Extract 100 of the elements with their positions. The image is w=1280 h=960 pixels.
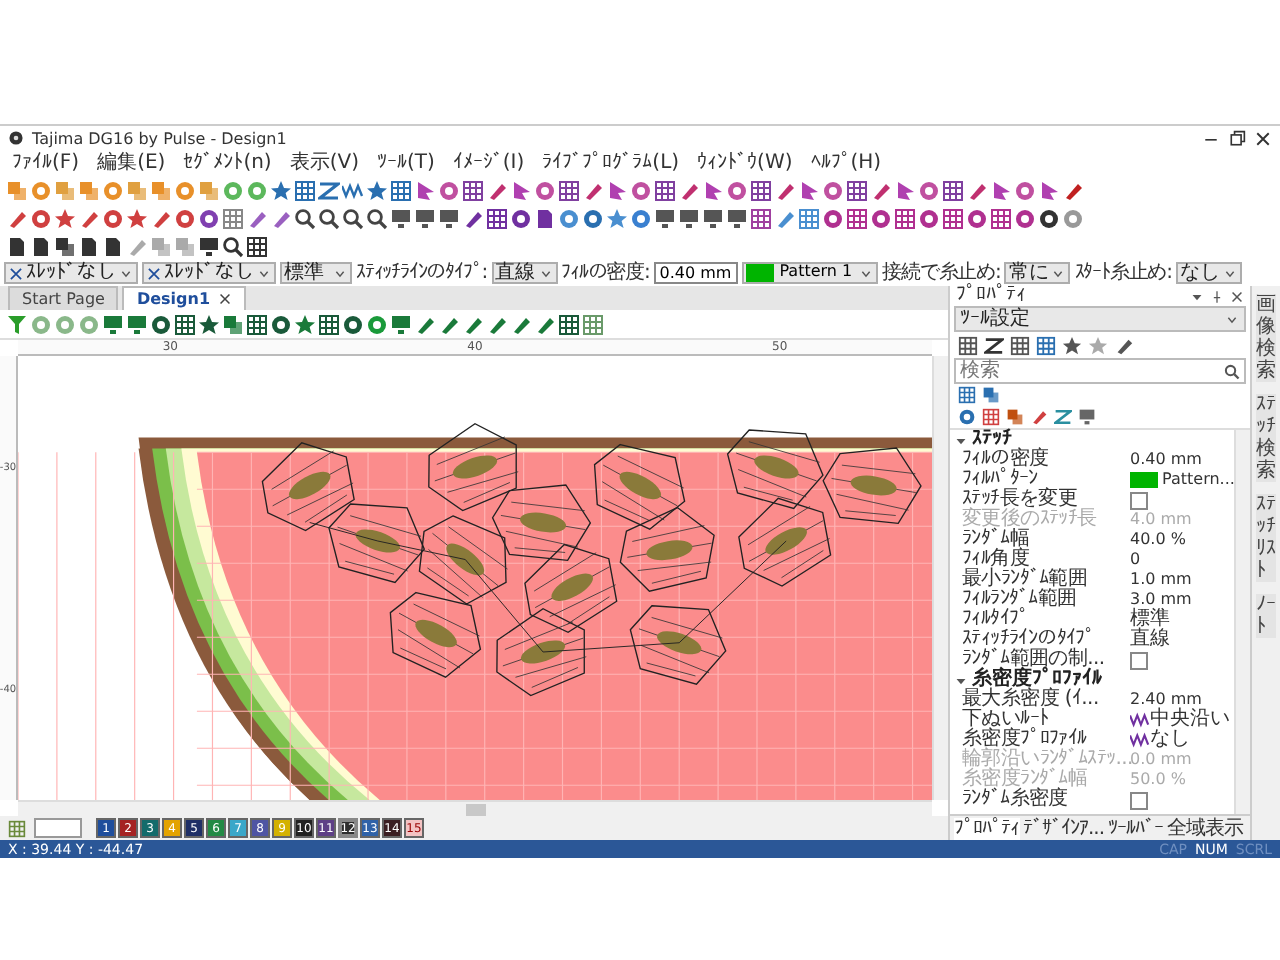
grid-icon[interactable]	[246, 313, 268, 335]
grid-icon[interactable]	[462, 179, 484, 201]
document-tab[interactable]: Start Page	[8, 286, 119, 310]
grid-icon[interactable]	[486, 207, 508, 229]
grid-icon[interactable]	[246, 235, 268, 257]
thread-combo[interactable]: ｽﾚｯﾄﾞなし	[4, 262, 138, 284]
grid-icon[interactable]	[750, 207, 772, 229]
pointer-icon[interactable]	[1038, 179, 1060, 201]
side-tab[interactable]: 画像検索	[1256, 294, 1276, 382]
star-icon[interactable]	[366, 179, 388, 201]
grid-icon[interactable]	[942, 179, 964, 201]
menu-item[interactable]: ｳｨﾝﾄﾞｳ(W)	[697, 151, 793, 175]
monitor-icon[interactable]	[390, 207, 412, 229]
zigzag-icon[interactable]	[984, 335, 1004, 355]
grid-icon[interactable]	[558, 179, 580, 201]
grid-icon[interactable]	[990, 207, 1012, 229]
document-tab[interactable]: Design1	[122, 286, 247, 310]
option-combo[interactable]: 直線	[491, 262, 558, 284]
grid-icon[interactable]	[558, 313, 580, 335]
star-icon[interactable]	[1062, 335, 1082, 355]
panel-tab[interactable]: ﾂｰﾙﾊﾞｰ	[1108, 817, 1164, 839]
panel-tab[interactable]: ﾌﾟﾛﾊﾟﾃｨ	[954, 817, 1019, 839]
close-icon[interactable]	[1230, 289, 1244, 303]
pin-icon[interactable]	[1210, 289, 1224, 303]
expander-icon[interactable]	[954, 673, 968, 687]
monitor-icon[interactable]	[438, 207, 460, 229]
panel-tab[interactable]: 全域表示	[1167, 817, 1244, 839]
option-combo[interactable]: なし	[1175, 262, 1242, 284]
monitor-icon[interactable]	[414, 207, 436, 229]
menu-item[interactable]: ﾍﾙﾌﾟ(H)	[810, 151, 882, 175]
pointer-icon[interactable]	[606, 179, 628, 201]
pointer-icon[interactable]	[798, 179, 820, 201]
grid-icon[interactable]	[942, 207, 964, 229]
pen-icon[interactable]	[1030, 408, 1048, 426]
panel-tab[interactable]: ﾃﾞｻﾞｲﾝｱ...	[1023, 817, 1105, 839]
stacked-squares-icon[interactable]	[54, 235, 76, 257]
ring-icon[interactable]	[870, 207, 892, 229]
vertical-scrollbar[interactable]	[1234, 430, 1250, 814]
zoom-icon[interactable]	[318, 207, 340, 229]
menu-item[interactable]: ｲﾒｰｼﾞ(I)	[452, 151, 525, 175]
monitor-icon[interactable]	[390, 313, 412, 335]
menu-item[interactable]: ﾌｧｲﾙ(F)	[12, 151, 80, 175]
zoom-icon[interactable]	[366, 207, 388, 229]
pointer-icon[interactable]	[702, 179, 724, 201]
restore-icon[interactable]	[1228, 129, 1246, 147]
grid-icon[interactable]	[318, 313, 340, 335]
vertical-scrollbar[interactable]	[932, 356, 948, 800]
menu-item[interactable]: 表示(V)	[289, 151, 359, 175]
ring-icon[interactable]	[198, 207, 220, 229]
monitor-icon[interactable]	[1078, 408, 1096, 426]
grid-icon[interactable]	[654, 179, 676, 201]
side-tab[interactable]: ﾉｰﾄ	[1256, 594, 1276, 638]
monitor-icon[interactable]	[102, 313, 124, 335]
ring-icon[interactable]	[966, 207, 988, 229]
ring-icon[interactable]	[510, 207, 532, 229]
grid-icon[interactable]	[958, 335, 978, 355]
star-icon[interactable]	[198, 313, 220, 335]
thread-combo[interactable]: ｽﾚｯﾄﾞなし	[142, 262, 276, 284]
monitor-icon[interactable]	[654, 207, 676, 229]
grid-icon[interactable]	[1010, 335, 1030, 355]
pointer-icon[interactable]	[510, 179, 532, 201]
pattern-combo[interactable]: Pattern 1	[741, 262, 879, 284]
star-icon[interactable]	[294, 313, 316, 335]
search-field[interactable]: 検索	[954, 358, 1246, 384]
menu-item[interactable]: 編集(E)	[97, 151, 166, 175]
zoom-icon[interactable]	[222, 235, 244, 257]
checkbox[interactable]	[1130, 791, 1148, 809]
monitor-icon[interactable]	[198, 235, 220, 257]
zoom-icon[interactable]	[294, 207, 316, 229]
monitor-icon[interactable]	[678, 207, 700, 229]
monitor-icon[interactable]	[702, 207, 724, 229]
style-combo[interactable]: 標準	[280, 262, 352, 284]
side-tab[interactable]: ｽﾃｯﾁﾘｽﾄ	[1256, 494, 1276, 582]
density-input[interactable]: 0.40 mm	[653, 262, 738, 284]
category-combo[interactable]: ﾂｰﾙ設定	[954, 306, 1246, 332]
star-icon[interactable]	[54, 207, 76, 229]
grid-icon[interactable]	[846, 179, 868, 201]
ring-icon[interactable]	[1014, 207, 1036, 229]
color-swatch[interactable]	[1130, 472, 1158, 488]
pointer-icon[interactable]	[990, 179, 1012, 201]
monitor-icon[interactable]	[126, 313, 148, 335]
zoom-icon[interactable]	[342, 207, 364, 229]
pointer-icon[interactable]	[894, 179, 916, 201]
ring-icon[interactable]	[822, 207, 844, 229]
ring-icon[interactable]	[270, 313, 292, 335]
star-icon[interactable]	[270, 179, 292, 201]
close-icon[interactable]	[218, 292, 233, 306]
horizontal-scrollbar[interactable]	[18, 800, 932, 816]
close-icon[interactable]	[1254, 129, 1272, 147]
expander-icon[interactable]	[954, 433, 968, 447]
ring-icon[interactable]	[342, 313, 364, 335]
pointer-icon[interactable]	[414, 179, 436, 201]
grid-icon[interactable]	[174, 313, 196, 335]
star-icon[interactable]	[606, 207, 628, 229]
menu-item[interactable]: ｾｸﾞﾒﾝﾄ(n)	[183, 151, 272, 175]
ring-icon[interactable]	[150, 313, 172, 335]
checkbox[interactable]	[1130, 491, 1148, 509]
wave-stitch-icon[interactable]	[342, 179, 364, 201]
ring-icon[interactable]	[1038, 207, 1060, 229]
star-icon[interactable]	[126, 207, 148, 229]
